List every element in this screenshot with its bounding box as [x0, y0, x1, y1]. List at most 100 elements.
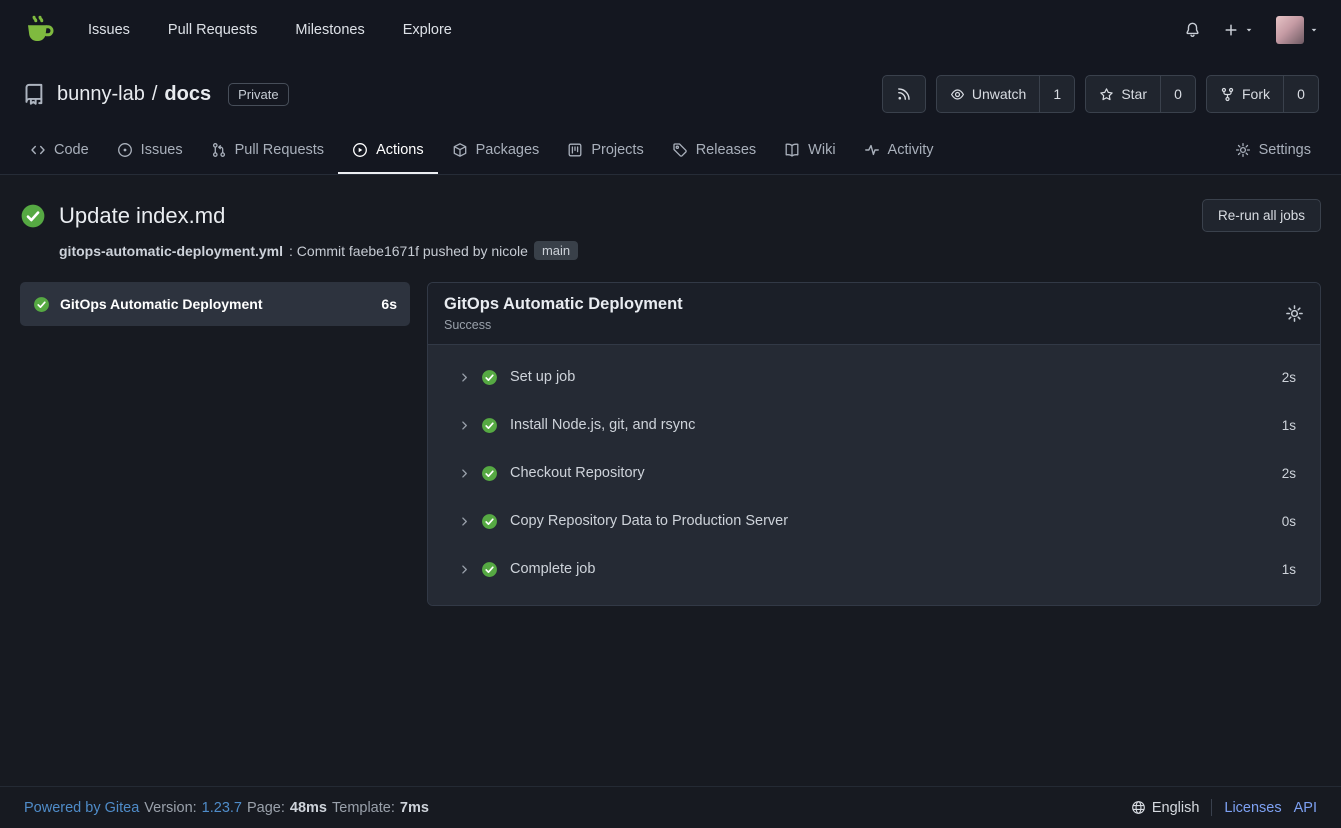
step-row-copy-repository-data[interactable]: Copy Repository Data to Production Serve…: [428, 497, 1320, 545]
pull-request-icon: [211, 142, 227, 158]
stars-count-button[interactable]: 0: [1160, 75, 1196, 113]
gear-icon: [1285, 304, 1304, 323]
step-duration: 1s: [1282, 562, 1296, 577]
step-success-icon: [481, 417, 498, 434]
tab-actions[interactable]: Actions: [338, 127, 438, 174]
language-label: English: [1152, 800, 1200, 816]
chevron-right-icon: [458, 515, 471, 528]
api-link[interactable]: API: [1294, 800, 1317, 816]
chevron-down-icon: [1244, 25, 1254, 35]
chevron-right-icon: [458, 563, 471, 576]
tab-label: Code: [54, 142, 89, 158]
private-badge: Private: [228, 83, 288, 106]
settings-icon: [1235, 142, 1251, 158]
navbar-right: [1184, 16, 1319, 44]
licenses-link[interactable]: Licenses: [1224, 800, 1281, 816]
run-success-icon: [20, 203, 46, 229]
fork-icon: [1220, 87, 1235, 102]
step-name: Copy Repository Data to Production Serve…: [510, 513, 788, 529]
version-link[interactable]: 1.23.7: [202, 800, 242, 816]
step-name: Install Node.js, git, and rsync: [510, 417, 695, 433]
repo-title-row: bunny-lab / docs Private Unwatch 1 Star: [0, 75, 1341, 113]
tab-releases[interactable]: Releases: [658, 127, 770, 174]
step-duration: 2s: [1282, 466, 1296, 481]
star-label: Star: [1121, 86, 1147, 102]
step-row-set-up-job[interactable]: Set up job 2s: [428, 353, 1320, 401]
step-row-complete-job[interactable]: Complete job 1s: [428, 545, 1320, 593]
run-title: Update index.md: [59, 203, 225, 229]
fork-label: Fork: [1242, 86, 1270, 102]
workflow-file-link[interactable]: gitops-automatic-deployment.yml: [59, 243, 283, 259]
project-icon: [567, 142, 583, 158]
tab-projects[interactable]: Projects: [553, 127, 657, 174]
run-subtitle: gitops-automatic-deployment.yml: Commit …: [59, 241, 1321, 260]
tab-label: Issues: [141, 142, 183, 158]
unwatch-button[interactable]: Unwatch: [936, 75, 1040, 113]
user-menu-button[interactable]: [1276, 16, 1319, 44]
chevron-down-icon: [1309, 25, 1319, 35]
repo-tabs: Code Issues Pull Requests Actions Packag…: [0, 127, 1341, 174]
run-title-row: Update index.md Re-run all jobs: [20, 199, 1321, 232]
page-time-value: 48ms: [290, 800, 327, 816]
unwatch-label: Unwatch: [972, 86, 1026, 102]
tab-code[interactable]: Code: [16, 127, 103, 174]
repo-owner-link[interactable]: bunny-lab: [57, 83, 145, 106]
chevron-right-icon: [458, 419, 471, 432]
branch-badge[interactable]: main: [534, 241, 578, 260]
job-panel-title-block: GitOps Automatic Deployment Success: [444, 295, 683, 332]
tab-wiki[interactable]: Wiki: [770, 127, 849, 174]
rss-button[interactable]: [882, 75, 926, 113]
nav-issues[interactable]: Issues: [88, 22, 130, 38]
fork-group: Fork 0: [1206, 75, 1319, 113]
tag-icon: [672, 142, 688, 158]
tab-packages[interactable]: Packages: [438, 127, 554, 174]
repo-header: bunny-lab / docs Private Unwatch 1 Star: [0, 59, 1341, 175]
page-time-label: Page:: [247, 800, 285, 816]
nav-pull-requests[interactable]: Pull Requests: [168, 22, 257, 38]
tab-issues[interactable]: Issues: [103, 127, 197, 174]
nav-explore[interactable]: Explore: [403, 22, 452, 38]
job-list: GitOps Automatic Deployment 6s: [20, 282, 410, 326]
chevron-right-icon: [458, 371, 471, 384]
rss-icon: [896, 86, 912, 102]
footer-divider: [1211, 799, 1212, 816]
chevron-right-icon: [458, 467, 471, 480]
book-icon: [784, 142, 800, 158]
step-success-icon: [481, 369, 498, 386]
version-label: Version:: [144, 800, 196, 816]
watchers-count-button[interactable]: 1: [1039, 75, 1075, 113]
step-row-checkout-repository[interactable]: Checkout Repository 2s: [428, 449, 1320, 497]
footer: Powered by Gitea Version: 1.23.7 Page: 4…: [0, 786, 1341, 828]
job-name: GitOps Automatic Deployment: [60, 296, 371, 312]
powered-by-gitea-link[interactable]: Powered by Gitea: [24, 800, 139, 816]
main-nav: Issues Pull Requests Milestones Explore: [88, 22, 452, 38]
tab-label: Projects: [591, 142, 643, 158]
job-list-item[interactable]: GitOps Automatic Deployment 6s: [20, 282, 410, 326]
tab-activity[interactable]: Activity: [850, 127, 948, 174]
step-name: Checkout Repository: [510, 465, 645, 481]
eye-icon: [950, 87, 965, 102]
job-options-button[interactable]: [1285, 304, 1304, 323]
repo-name-link[interactable]: docs: [164, 83, 211, 106]
tab-label: Releases: [696, 142, 756, 158]
gitea-logo[interactable]: [22, 14, 54, 46]
job-status: Success: [444, 318, 683, 332]
repo-name-separator: /: [152, 83, 158, 106]
tab-settings[interactable]: Settings: [1221, 127, 1325, 174]
star-button[interactable]: Star: [1085, 75, 1161, 113]
job-steps: Set up job 2s Install Node.js, git, and …: [428, 345, 1320, 605]
step-duration: 2s: [1282, 370, 1296, 385]
create-new-button[interactable]: [1223, 22, 1254, 38]
language-selector[interactable]: English: [1131, 800, 1200, 816]
fork-button[interactable]: Fork: [1206, 75, 1284, 113]
forks-count-button[interactable]: 0: [1283, 75, 1319, 113]
template-time-label: Template:: [332, 800, 395, 816]
notifications-button[interactable]: [1184, 21, 1201, 38]
nav-milestones[interactable]: Milestones: [295, 22, 364, 38]
tab-label: Activity: [888, 142, 934, 158]
step-row-install-node[interactable]: Install Node.js, git, and rsync 1s: [428, 401, 1320, 449]
tab-pull-requests[interactable]: Pull Requests: [197, 127, 338, 174]
tab-label: Packages: [476, 142, 540, 158]
job-panel-header: GitOps Automatic Deployment Success: [428, 283, 1320, 345]
rerun-all-jobs-button[interactable]: Re-run all jobs: [1202, 199, 1321, 232]
